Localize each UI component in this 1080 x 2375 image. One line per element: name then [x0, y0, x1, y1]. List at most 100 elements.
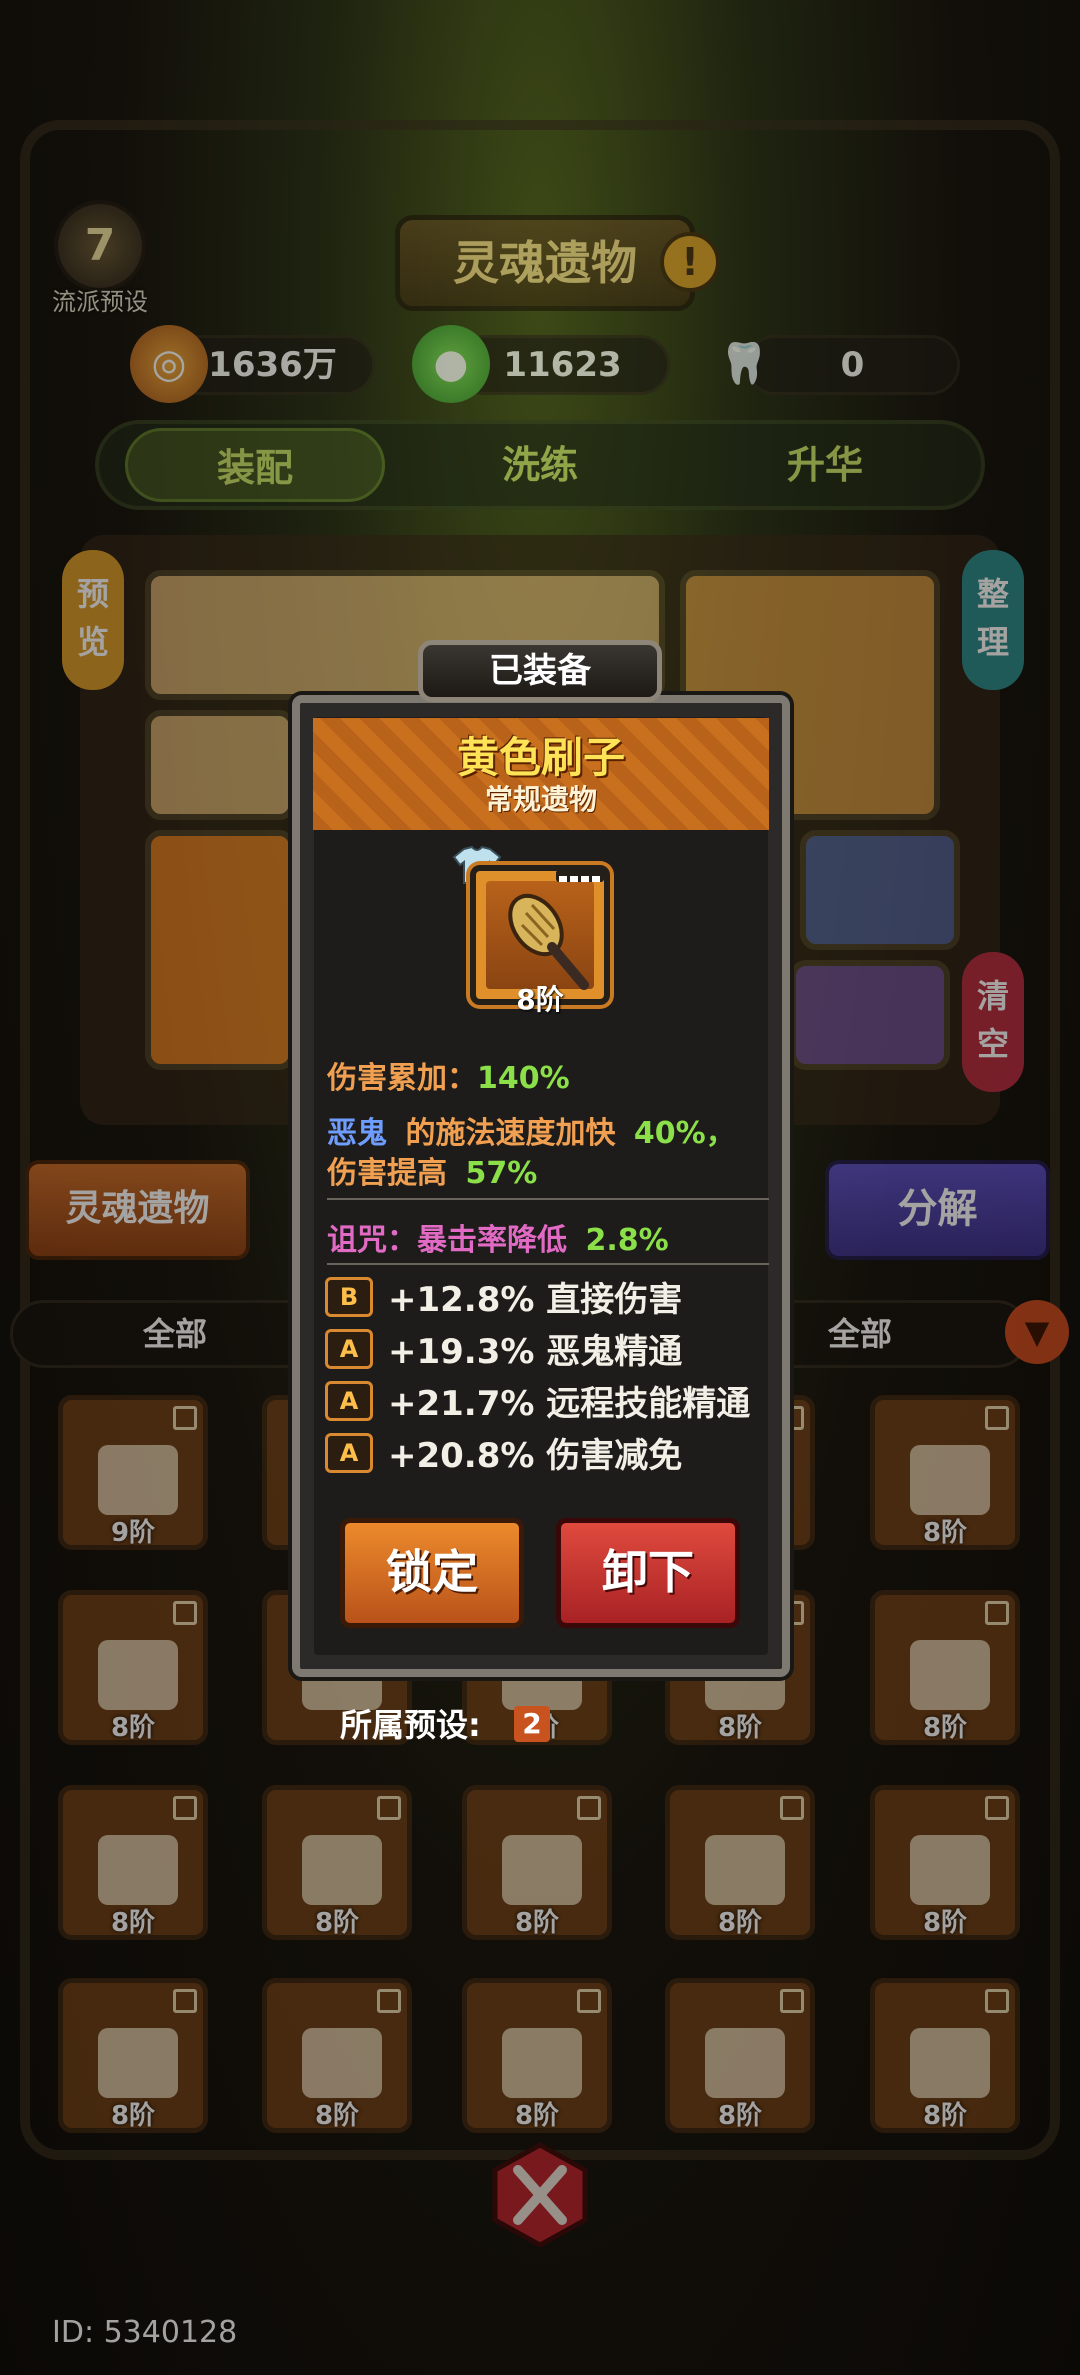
grade-badge: A — [325, 1381, 373, 1421]
grid-icon — [577, 1989, 601, 2013]
soul-relic-button[interactable]: 灵魂遗物 — [25, 1160, 250, 1260]
lock-button[interactable]: 锁定 — [340, 1518, 524, 1628]
clear-button[interactable]: 清空 — [962, 952, 1024, 1092]
grid-icon — [985, 1601, 1009, 1625]
inventory-tile[interactable]: 8阶 — [58, 1978, 208, 2133]
relic-thumbnail — [910, 1445, 990, 1515]
relic-thumbnail — [910, 1835, 990, 1905]
relic-thumbnail — [98, 1835, 178, 1905]
tile-level: 8阶 — [110, 2101, 156, 2131]
grid-icon — [985, 1989, 1009, 2013]
relic-slot-small[interactable] — [145, 710, 295, 820]
stat-value: 40%， — [633, 1116, 736, 1151]
tile-level: 8阶 — [314, 1908, 360, 1938]
grid-icon — [173, 1601, 197, 1625]
tile-level: 8阶 — [922, 1518, 968, 1548]
tab-refine[interactable]: 洗练 — [410, 428, 670, 502]
inventory-tile[interactable]: 8阶 — [870, 1978, 1020, 2133]
relic-thumbnail — [910, 1640, 990, 1710]
decompose-button[interactable]: 分解 — [825, 1160, 1050, 1260]
stat-target: 恶鬼 — [327, 1116, 387, 1151]
tile-level: 8阶 — [717, 1713, 763, 1743]
tile-level: 9阶 — [110, 1518, 156, 1548]
tooth-icon: 🦷 — [719, 341, 769, 387]
stat-value: 140% — [477, 1061, 570, 1096]
stat-text: 的施法速度加快 — [405, 1116, 616, 1151]
stat-cast-speed: 恶鬼 的施法速度加快 40%， — [327, 1108, 736, 1152]
inventory-tile[interactable]: 8阶 — [58, 1590, 208, 1745]
inventory-tile[interactable]: 8阶 — [665, 1785, 815, 1940]
level-pips — [556, 870, 604, 882]
organize-button[interactable]: 整理 — [962, 550, 1024, 690]
relic-thumbnail — [98, 1640, 178, 1710]
inventory-tile[interactable]: 8阶 — [870, 1785, 1020, 1940]
grade-badge: A — [325, 1433, 373, 1473]
stat-damage-boost: 伤害提高 57% — [327, 1148, 537, 1192]
curse-label: 诅咒：暴击率降低 — [327, 1223, 567, 1258]
relic-thumbnail — [98, 1445, 178, 1515]
preview-button[interactable]: 预览 — [62, 550, 124, 690]
grid-icon — [173, 1796, 197, 1820]
inventory-tile[interactable]: 8阶 — [462, 1978, 612, 2133]
filter-left[interactable]: 全部 — [10, 1300, 340, 1368]
player-id: ID: 5340128 — [52, 2315, 238, 2350]
grade-badge: A — [325, 1329, 373, 1369]
close-icon[interactable] — [490, 2140, 590, 2250]
preset-belong-number: 2 — [514, 1706, 550, 1742]
curse-value: 2.8% — [585, 1223, 669, 1258]
grid-icon — [173, 1406, 197, 1430]
tile-level: 8阶 — [922, 1713, 968, 1743]
tile-level: 8阶 — [717, 2101, 763, 2131]
preset-book-icon: 7 — [54, 200, 146, 292]
relic-slot-purple[interactable] — [790, 960, 950, 1070]
tab-sublimate[interactable]: 升华 — [695, 428, 955, 502]
info-icon[interactable]: ! — [660, 232, 720, 292]
grid-icon — [985, 1796, 1009, 1820]
relic-slot-crown[interactable] — [145, 830, 295, 1070]
stat-damage-stack: 伤害累加：140% — [327, 1053, 570, 1097]
relic-thumbnail — [502, 1835, 582, 1905]
inventory-tile[interactable]: 8阶 — [58, 1785, 208, 1940]
inventory-tile[interactable]: 8阶 — [870, 1395, 1020, 1550]
affix-line: +12.8% 直接伤害 — [388, 1280, 683, 1320]
preset-button[interactable]: 7 流派预设 — [40, 200, 160, 316]
tile-level: 8阶 — [314, 2101, 360, 2131]
unequip-button[interactable]: 卸下 — [556, 1518, 740, 1628]
grid-icon — [780, 1796, 804, 1820]
stat-label: 伤害累加： — [327, 1061, 477, 1096]
stat-curse: 诅咒：暴击率降低 2.8% — [327, 1215, 669, 1259]
tile-level: 8阶 — [514, 2101, 560, 2131]
equipped-tab: 已装备 — [418, 640, 662, 702]
relic-slot-blue[interactable] — [800, 830, 960, 950]
tile-level: 8阶 — [922, 1908, 968, 1938]
relic-thumbnail — [705, 2028, 785, 2098]
coin-icon: ◎ — [130, 325, 208, 403]
grid-icon — [173, 1989, 197, 2013]
stat-value: 57% — [465, 1156, 538, 1191]
inventory-tile[interactable]: 8阶 — [870, 1590, 1020, 1745]
divider — [327, 1263, 769, 1265]
inventory-tile[interactable]: 8阶 — [462, 1785, 612, 1940]
tab-equip[interactable]: 装配 — [125, 428, 385, 502]
affix-line: +19.3% 恶鬼精通 — [388, 1332, 683, 1372]
affix-line: +21.7% 远程技能精通 — [388, 1384, 751, 1424]
inventory-tile[interactable]: 8阶 — [262, 1978, 412, 2133]
page-title: 灵魂遗物 — [395, 215, 695, 311]
tile-level: 8阶 — [717, 1908, 763, 1938]
tile-level: 8阶 — [110, 1713, 156, 1743]
inventory-tile[interactable]: 8阶 — [665, 1978, 815, 2133]
tile-level: 8阶 — [514, 1908, 560, 1938]
divider — [327, 1198, 769, 1200]
relic-thumbnail — [910, 2028, 990, 2098]
grid-icon — [577, 1796, 601, 1820]
grid-icon — [377, 1796, 401, 1820]
relic-thumbnail — [98, 2028, 178, 2098]
chevron-down-icon[interactable]: ▼ — [1005, 1300, 1069, 1364]
relic-thumbnail — [705, 1835, 785, 1905]
grid-icon — [377, 1989, 401, 2013]
tile-level: 8阶 — [110, 1908, 156, 1938]
relic-level: 8阶 — [516, 983, 564, 1016]
inventory-tile[interactable]: 9阶 — [58, 1395, 208, 1550]
preset-belong-label: 所属预设: — [340, 1706, 481, 1744]
inventory-tile[interactable]: 8阶 — [262, 1785, 412, 1940]
